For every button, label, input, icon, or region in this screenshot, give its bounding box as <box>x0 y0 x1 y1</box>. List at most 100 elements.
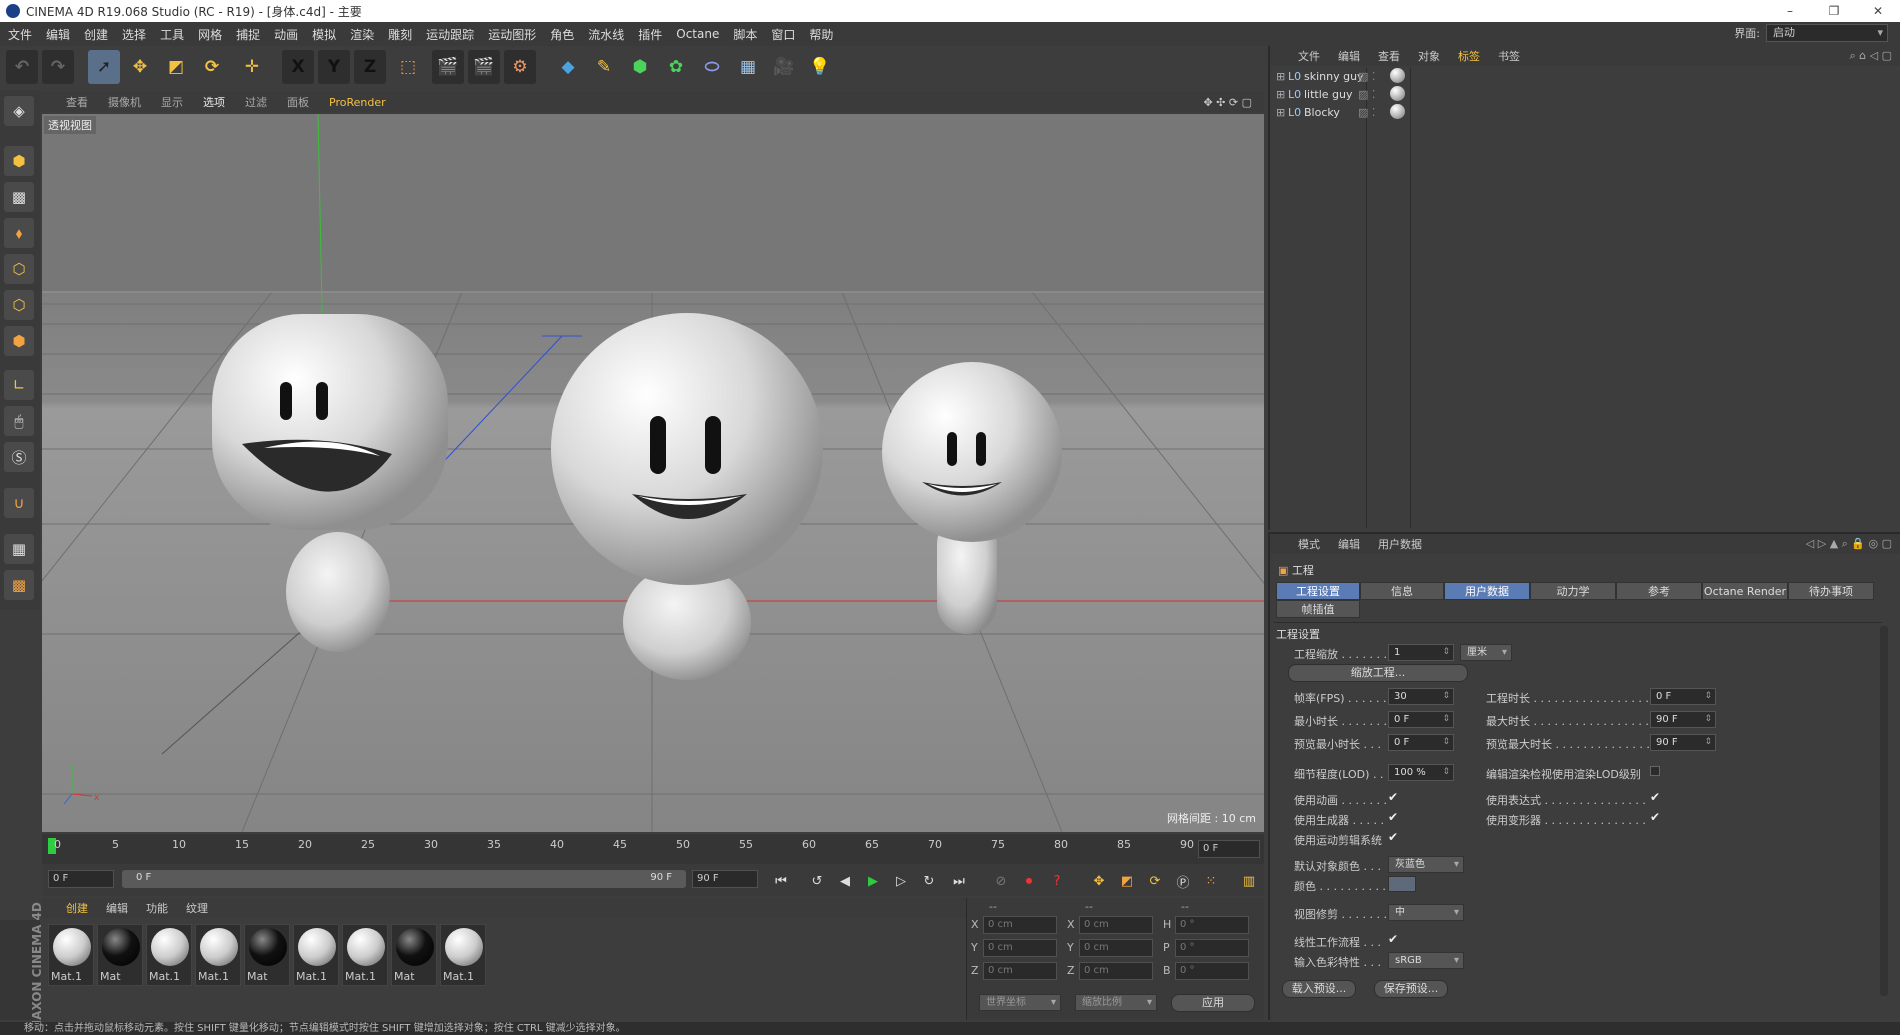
viewport-nav-icons[interactable]: ✥ ✣ ⟳ ▢ <box>1203 96 1252 109</box>
menu-window[interactable]: 窗口 <box>771 26 795 43</box>
frame-range-slider[interactable]: 0 F 90 F <box>122 870 686 888</box>
coord-value-field[interactable]: 0 ° <box>1175 916 1249 934</box>
object-row[interactable]: ⊞ L0 Blocky ▨ ⁚ <box>1274 104 1894 122</box>
menu-select[interactable]: 选择 <box>122 26 146 43</box>
minimize-button[interactable]: – <box>1770 0 1810 22</box>
color-swatch[interactable] <box>1388 876 1416 892</box>
cloner-icon[interactable]: ✿ <box>660 50 692 84</box>
key-parameter-icon[interactable]: Ⓟ <box>1172 870 1194 892</box>
deformer-icon[interactable]: ⬭ <box>696 50 728 84</box>
default-color-dropdown[interactable]: 灰蓝色 <box>1388 856 1464 873</box>
menu-plugins[interactable]: 插件 <box>638 26 662 43</box>
select-tool-icon[interactable]: ➚ <box>88 50 120 84</box>
obj-search-icon[interactable]: ⌕ ⌂ ◁ ▢ <box>1850 49 1893 63</box>
coord-value-field[interactable]: 0 cm <box>1079 916 1153 934</box>
coord-value-field[interactable]: 0 cm <box>1079 962 1153 980</box>
axis-mode-icon[interactable]: ∟ <box>4 370 34 400</box>
object-row[interactable]: ⊞ L0 little guy ▨ ⁚ <box>1274 86 1894 104</box>
previous-frame-icon[interactable]: ◀ <box>834 870 856 892</box>
undo-icon[interactable]: ↶ <box>6 50 38 84</box>
preview-min-input[interactable]: 0 F <box>1388 734 1454 751</box>
material-menu-edit[interactable]: 编辑 <box>106 900 128 916</box>
save-preset-button[interactable]: 保存预设... <box>1374 980 1448 998</box>
perspective-viewport[interactable]: y x 透视视图 网格间距 : 10 cm <box>42 114 1264 832</box>
input-color-profile-dropdown[interactable]: sRGB <box>1388 952 1464 969</box>
coord-value-field[interactable]: 0 ° <box>1175 962 1249 980</box>
tab-project-settings[interactable]: 工程设置 <box>1276 582 1360 600</box>
attr-nav-icons[interactable]: ◁ ▷ ▲ ⌕ 🔒 ◎ ▢ <box>1806 537 1892 551</box>
close-button[interactable]: ✕ <box>1858 0 1898 22</box>
use-expression-checkbox[interactable]: ✔ <box>1650 790 1660 804</box>
expand-icon[interactable]: ⊞ <box>1276 70 1285 83</box>
material-swatch[interactable]: Mat.1 <box>342 924 388 986</box>
coord-value-field[interactable]: 0 ° <box>1175 939 1249 957</box>
viewport-menu-display[interactable]: 显示 <box>161 94 183 110</box>
material-swatch[interactable]: Mat.1 <box>146 924 192 986</box>
redo-icon[interactable]: ↷ <box>42 50 74 84</box>
attr-menu-mode[interactable]: 模式 <box>1298 536 1320 552</box>
menu-motion-tracker[interactable]: 运动跟踪 <box>426 26 474 43</box>
use-animation-checkbox[interactable]: ✔ <box>1388 790 1398 804</box>
move-tool-icon[interactable]: ✥ <box>124 50 156 84</box>
pen-spline-icon[interactable]: ✎ <box>588 50 620 84</box>
material-swatch[interactable]: Mat.1 <box>48 924 94 986</box>
material-menu-texture[interactable]: 纹理 <box>186 900 208 916</box>
menu-mesh[interactable]: 网格 <box>198 26 222 43</box>
render-settings-icon[interactable]: ⚙ <box>504 50 536 84</box>
lock-workplane-icon[interactable]: ▩ <box>4 570 34 600</box>
coordinate-system-icon[interactable]: ⬚ <box>392 50 424 84</box>
texture-mode-icon[interactable]: ▩ <box>4 182 34 212</box>
menu-mograph[interactable]: 运动图形 <box>488 26 536 43</box>
tab-todo[interactable]: 待办事项 <box>1788 582 1874 600</box>
subdivision-icon[interactable]: ⬢ <box>624 50 656 84</box>
menu-tools[interactable]: 工具 <box>160 26 184 43</box>
menu-simulate[interactable]: 模拟 <box>312 26 336 43</box>
max-time-input[interactable]: 90 F <box>1650 711 1716 728</box>
scale-unit-dropdown[interactable]: 厘米 <box>1460 644 1512 661</box>
viewport-menu-filter[interactable]: 过滤 <box>245 94 267 110</box>
obj-menu-view[interactable]: 查看 <box>1378 48 1400 64</box>
object-name[interactable]: little guy <box>1304 88 1353 101</box>
snap-icon[interactable]: Ⓢ <box>4 442 34 472</box>
menu-edit[interactable]: 编辑 <box>46 26 70 43</box>
linear-workflow-checkbox[interactable]: ✔ <box>1388 932 1398 946</box>
x-axis-toggle[interactable]: X <box>282 50 314 84</box>
obj-menu-file[interactable]: 文件 <box>1298 48 1320 64</box>
visibility-icon[interactable]: ▨ ⁚ <box>1358 106 1375 119</box>
menu-snap[interactable]: 捕捉 <box>236 26 260 43</box>
material-tag-icon[interactable] <box>1390 104 1405 119</box>
obj-menu-objects[interactable]: 对象 <box>1418 48 1440 64</box>
tab-reference[interactable]: 参考 <box>1616 582 1702 600</box>
viewport-menu-view[interactable]: 查看 <box>66 94 88 110</box>
menu-file[interactable]: 文件 <box>8 26 32 43</box>
end-frame-field[interactable]: 90 F <box>692 870 758 888</box>
menu-script[interactable]: 脚本 <box>733 26 757 43</box>
viewport-menu-options[interactable]: 选项 <box>203 94 225 110</box>
y-axis-toggle[interactable]: Y <box>318 50 350 84</box>
go-to-end-icon[interactable]: ⏭ <box>948 870 970 892</box>
object-name[interactable]: skinny guy <box>1304 70 1364 83</box>
menu-character[interactable]: 角色 <box>550 26 574 43</box>
key-pla-icon[interactable]: ⁙ <box>1200 870 1222 892</box>
motion-system-checkbox[interactable]: ✔ <box>1388 830 1398 844</box>
material-swatch[interactable]: Mat <box>97 924 143 986</box>
expand-icon[interactable]: ⊞ <box>1276 106 1285 119</box>
polygons-mode-icon[interactable]: ⬢ <box>4 326 34 356</box>
scale-tool-icon[interactable]: ◩ <box>160 50 192 84</box>
menu-animate[interactable]: 动画 <box>274 26 298 43</box>
points-mode-icon[interactable]: ⬡ <box>4 254 34 284</box>
visibility-icon[interactable]: ▨ ⁚ <box>1358 70 1375 83</box>
expand-icon[interactable]: ⊞ <box>1276 88 1285 101</box>
attr-menu-userdata[interactable]: 用户数据 <box>1378 536 1422 552</box>
model-mode-icon[interactable]: ⬢ <box>4 146 34 176</box>
timeline-window-icon[interactable]: ▥ <box>1238 870 1260 892</box>
menu-render[interactable]: 渲染 <box>350 26 374 43</box>
key-scale-icon[interactable]: ◩ <box>1116 870 1138 892</box>
material-menu-function[interactable]: 功能 <box>146 900 168 916</box>
keyframe-selection-icon[interactable]: ? <box>1046 870 1068 892</box>
material-swatch[interactable]: Mat <box>391 924 437 986</box>
coord-value-field[interactable]: 0 cm <box>983 916 1057 934</box>
z-axis-toggle[interactable]: Z <box>354 50 386 84</box>
view-clipping-dropdown[interactable]: 中 <box>1388 904 1464 921</box>
tweak-mode-icon[interactable]: 🖱 <box>4 406 34 436</box>
